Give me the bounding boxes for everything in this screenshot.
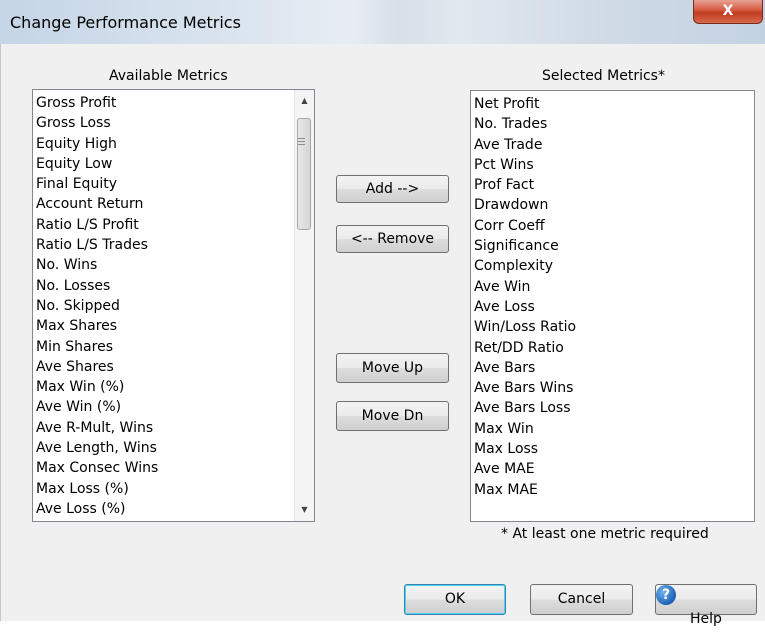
cancel-button-label: Cancel <box>557 591 606 607</box>
available-metric-item[interactable]: Max Consec Wins <box>36 458 314 478</box>
selected-metrics-list[interactable]: Net Profit No. Trades Ave Trade Pct Wins Pro… <box>470 90 755 522</box>
dialog-body: Available Metrics Gross Profit Gross Loss… <box>0 44 765 627</box>
available-metric-item[interactable]: Max Loss (%) <box>36 479 314 499</box>
selected-metric-item[interactable]: Drawdown <box>474 195 754 215</box>
available-metric-item[interactable]: Ave Length, Wins <box>36 438 314 458</box>
available-metrics-list[interactable]: Gross Profit Gross Loss Equity High Equity … <box>32 89 315 522</box>
available-metric-item[interactable]: Max Shares <box>36 316 314 336</box>
move-up-button[interactable]: Move Up <box>336 353 449 383</box>
cancel-button[interactable]: Cancel <box>530 584 633 615</box>
available-metric-item[interactable]: Ave Win (%) <box>36 397 314 417</box>
add-button-label: Add --> <box>365 181 420 197</box>
move-down-button-label: Move Dn <box>361 408 424 424</box>
selected-metric-item[interactable]: Complexity <box>474 256 754 276</box>
selected-metric-item[interactable]: Max Win <box>474 419 754 439</box>
available-metric-item[interactable]: Equity Low <box>36 154 314 174</box>
selected-metric-item[interactable]: Significance <box>474 236 754 256</box>
available-metric-item[interactable]: Ratio L/S Trades <box>36 235 314 255</box>
help-button[interactable]: ? Help <box>655 584 757 627</box>
selected-metric-item[interactable]: Max Loss <box>474 439 754 459</box>
available-metric-item[interactable]: Account Return <box>36 194 314 214</box>
scroll-up-arrow-icon[interactable]: ▲ <box>295 92 314 110</box>
selected-metric-item[interactable]: Corr Coeff <box>474 216 754 236</box>
move-up-button-label: Move Up <box>361 360 424 376</box>
scrollbar-thumb[interactable] <box>297 118 311 230</box>
selected-metric-item[interactable]: Ave Loss <box>474 297 754 317</box>
available-metric-item[interactable]: No. Losses <box>36 276 314 296</box>
close-icon: X <box>722 3 734 19</box>
selected-metric-item[interactable]: Ret/DD Ratio <box>474 338 754 358</box>
selected-metric-item[interactable]: Ave Win <box>474 277 754 297</box>
selected-metrics-label: Selected Metrics* <box>542 68 665 84</box>
scroll-down-arrow-icon[interactable]: ▼ <box>295 501 314 519</box>
selected-metric-item[interactable]: Ave Bars Wins <box>474 378 754 398</box>
available-metrics-scrollbar[interactable]: ▲ ▼ <box>294 90 314 521</box>
add-button[interactable]: Add --> <box>336 175 449 203</box>
available-metric-item[interactable]: Ave R-Mult, Wins <box>36 418 314 438</box>
selected-metric-item[interactable]: Ave Bars <box>474 358 754 378</box>
selected-metric-item[interactable]: Ave Trade <box>474 135 754 155</box>
available-metric-item[interactable]: Final Equity <box>36 174 314 194</box>
available-metrics-label: Available Metrics <box>109 68 228 84</box>
ok-button-label: OK <box>444 591 466 607</box>
available-metric-item[interactable]: Ave Loss (%) <box>36 499 314 519</box>
available-metric-item[interactable]: Ratio L/S Profit <box>36 215 314 235</box>
selected-metric-item[interactable]: Max MAE <box>474 480 754 500</box>
remove-button-label: <-- Remove <box>350 231 435 247</box>
available-metric-item[interactable]: Gross Profit <box>36 93 314 113</box>
help-question-icon: ? <box>656 585 676 605</box>
help-button-label: Help <box>690 611 722 627</box>
remove-button[interactable]: <-- Remove <box>336 225 449 253</box>
available-metric-item[interactable]: No. Wins <box>36 255 314 275</box>
move-down-button[interactable]: Move Dn <box>336 401 449 431</box>
available-metric-item[interactable]: Equity High <box>36 134 314 154</box>
selected-metric-item[interactable]: Prof Fact <box>474 175 754 195</box>
selected-metric-item[interactable]: Pct Wins <box>474 155 754 175</box>
selected-metric-item[interactable]: Ave Bars Loss <box>474 398 754 418</box>
available-metric-item[interactable]: Ave Shares <box>36 357 314 377</box>
close-button[interactable]: X <box>693 0 763 24</box>
selected-metric-item[interactable]: Ave MAE <box>474 459 754 479</box>
available-metric-item[interactable]: Min Shares <box>36 337 314 357</box>
selected-metric-item[interactable]: Net Profit <box>474 94 754 114</box>
footnote: * At least one metric required <box>501 526 709 542</box>
help-button-content: ? Help <box>656 585 756 634</box>
ok-button[interactable]: OK <box>404 584 506 615</box>
window-title: Change Performance Metrics <box>10 13 241 32</box>
available-metric-item[interactable]: No. Skipped <box>36 296 314 316</box>
selected-metric-item[interactable]: Win/Loss Ratio <box>474 317 754 337</box>
available-metric-item[interactable]: Gross Loss <box>36 113 314 133</box>
title-bar: Change Performance Metrics X <box>0 0 765 45</box>
selected-metric-item[interactable]: No. Trades <box>474 114 754 134</box>
available-metric-item[interactable]: Max Win (%) <box>36 377 314 397</box>
scrollbar-grip-icon <box>298 138 305 145</box>
